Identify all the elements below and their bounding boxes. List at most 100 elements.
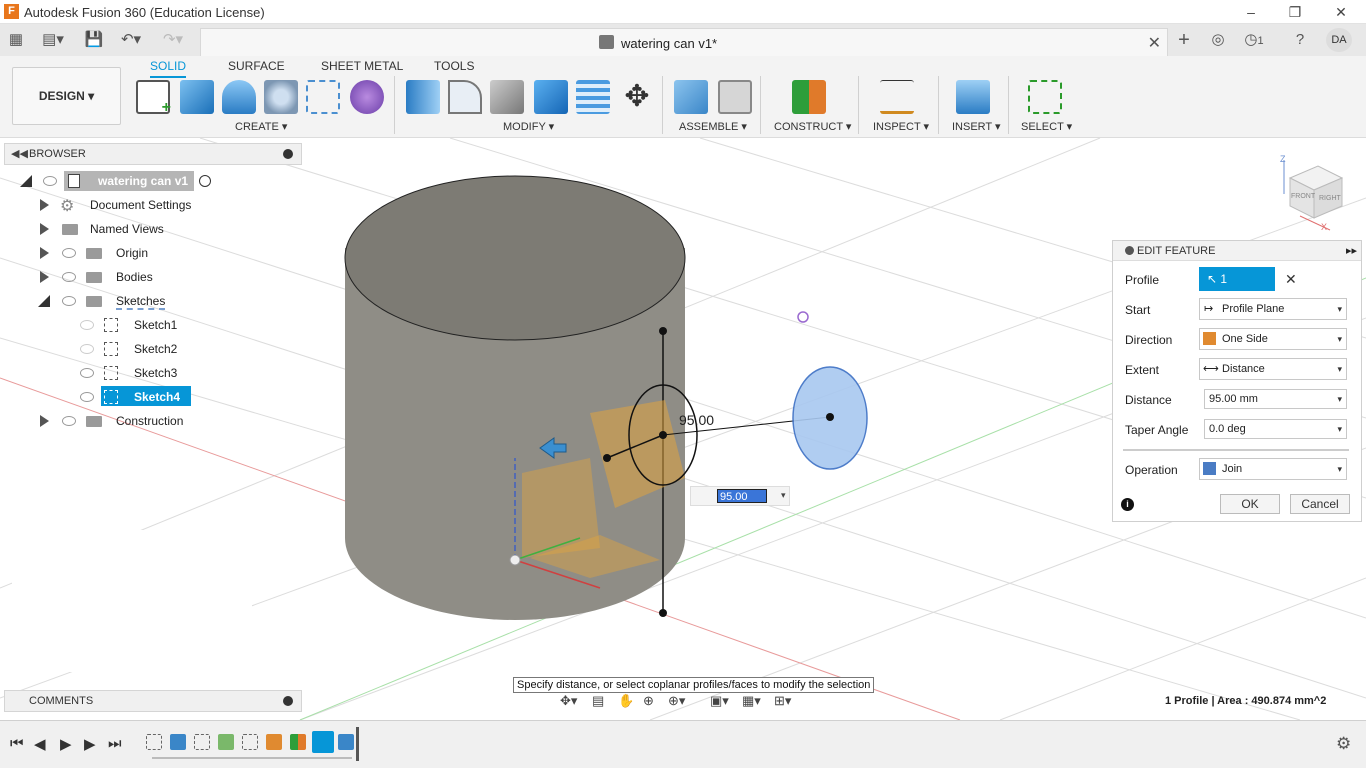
clear-selection-icon[interactable]: ✕ xyxy=(1285,271,1297,288)
tree-item-named-views[interactable]: Named Views xyxy=(0,217,300,241)
group-select[interactable]: SELECT ▾ xyxy=(1021,120,1072,133)
offset-face-icon[interactable] xyxy=(576,80,610,114)
timeline-settings-icon[interactable]: ⚙ xyxy=(1336,734,1351,754)
visibility-eye-icon[interactable] xyxy=(80,368,94,378)
workspace-switcher[interactable]: DESIGN ▾ xyxy=(12,67,121,125)
tab-sheet-metal[interactable]: SHEET METAL xyxy=(321,59,403,73)
close-icon[interactable]: ✕ xyxy=(1324,2,1358,22)
restore-icon[interactable]: ❐ xyxy=(1278,2,1312,22)
tab-surface[interactable]: SURFACE xyxy=(228,59,285,73)
distance-dimension-input[interactable]: 95.00 mm ▾ xyxy=(690,486,790,517)
visibility-eye-icon[interactable] xyxy=(80,344,94,354)
offset-plane-icon[interactable] xyxy=(792,80,826,114)
pattern-icon[interactable] xyxy=(306,80,340,114)
look-at-icon[interactable]: ▤ xyxy=(592,693,604,709)
timeline-sketch-icon[interactable] xyxy=(242,734,258,750)
hole-icon[interactable] xyxy=(264,80,298,114)
help-icon[interactable]: ? xyxy=(1290,30,1310,50)
expand-dialog-icon[interactable]: ▸▸ xyxy=(1346,244,1357,257)
tree-item-bodies[interactable]: Bodies xyxy=(0,265,300,289)
move-icon[interactable]: ✥ xyxy=(620,80,654,114)
tab-solid[interactable]: SOLID xyxy=(150,59,187,78)
extrude-icon[interactable] xyxy=(180,80,214,114)
document-tab[interactable]: watering can v1* ✕ xyxy=(200,28,1168,56)
tree-item-sketches[interactable]: Sketches xyxy=(0,289,300,313)
zoom-icon[interactable]: ⊕ xyxy=(643,693,654,709)
play-icon[interactable]: ▶ xyxy=(60,735,72,753)
undo-icon[interactable]: ↶▾ xyxy=(116,30,146,50)
taper-angle-input[interactable]: 0.0 deg ▾ xyxy=(1204,419,1347,439)
visibility-eye-icon[interactable] xyxy=(43,176,57,186)
timeline-sketch-icon[interactable] xyxy=(146,734,162,750)
shell-icon[interactable] xyxy=(490,80,524,114)
tree-item-origin[interactable]: Origin xyxy=(0,241,300,265)
revolve-icon[interactable] xyxy=(222,80,256,114)
insert-image-icon[interactable] xyxy=(956,80,990,114)
collapse-arrow-icon[interactable] xyxy=(38,295,50,307)
group-inspect[interactable]: INSPECT ▾ xyxy=(873,120,929,133)
operation-select[interactable]: Join ▾ xyxy=(1199,458,1347,480)
timeline-offset-plane-icon[interactable] xyxy=(290,734,306,750)
tree-item-construction[interactable]: Construction xyxy=(0,409,300,433)
save-icon[interactable]: 💾 xyxy=(84,30,104,50)
visibility-eye-icon[interactable] xyxy=(62,248,76,258)
info-icon[interactable]: i xyxy=(1121,498,1134,511)
display-settings-icon[interactable]: ▣▾ xyxy=(710,693,729,709)
body-top-face[interactable] xyxy=(344,175,686,341)
tree-item-sketch2[interactable]: Sketch2 xyxy=(0,337,300,361)
orbit-icon[interactable]: ✥▾ xyxy=(560,693,577,709)
extensions-icon[interactable]: ◎ xyxy=(1208,30,1228,50)
job-status-icon[interactable]: ◷1 xyxy=(1240,30,1268,50)
activate-radio-icon[interactable] xyxy=(199,175,211,187)
grid-settings-icon[interactable]: ▦▾ xyxy=(742,693,761,709)
last-step-icon[interactable]: ⏭ xyxy=(108,735,122,752)
timeline-extrude-icon[interactable] xyxy=(170,734,186,750)
root-component[interactable]: watering can v1 xyxy=(64,171,194,191)
minimize-icon[interactable]: – xyxy=(1234,2,1268,22)
new-tab-icon[interactable]: + xyxy=(1174,30,1194,50)
measure-icon[interactable] xyxy=(880,80,914,114)
distance-input[interactable]: 95.00 mm ▾ xyxy=(1204,389,1347,409)
select-icon[interactable] xyxy=(1028,80,1062,114)
first-step-icon[interactable]: ⏮ xyxy=(10,735,24,752)
ok-button[interactable]: OK xyxy=(1220,494,1280,514)
start-select[interactable]: ↦ Profile Plane ▾ xyxy=(1199,298,1347,320)
add-comment-icon[interactable] xyxy=(283,696,293,706)
timeline-active-sketch-icon[interactable] xyxy=(312,731,334,753)
tree-item-sketch4[interactable]: Sketch4 xyxy=(0,385,300,409)
visibility-eye-icon[interactable] xyxy=(62,416,76,426)
direction-select[interactable]: One Side ▾ xyxy=(1199,328,1347,350)
press-pull-icon[interactable] xyxy=(406,80,440,114)
comments-panel[interactable]: COMMENTS xyxy=(4,690,302,712)
tree-item-document-settings[interactable]: ⚙ Document Settings xyxy=(0,193,300,217)
timeline-extrude-icon[interactable] xyxy=(338,734,354,750)
expand-arrow-icon[interactable] xyxy=(40,223,49,235)
visibility-eye-icon[interactable] xyxy=(80,320,94,330)
timeline-sketch-icon[interactable] xyxy=(194,734,210,750)
view-cube[interactable]: FRONT RIGHT Z X xyxy=(1280,154,1344,232)
expand-arrow-icon[interactable] xyxy=(40,415,49,427)
group-assemble[interactable]: ASSEMBLE ▾ xyxy=(679,120,747,133)
next-step-icon[interactable]: ▶ xyxy=(84,735,96,753)
redo-icon[interactable]: ↷▾ xyxy=(158,30,188,50)
collapse-browser-icon[interactable]: ◀◀ xyxy=(11,147,28,160)
browser-options-icon[interactable] xyxy=(283,149,293,159)
grid-menu-icon[interactable]: ▦ xyxy=(6,30,26,50)
visibility-eye-icon[interactable] xyxy=(62,272,76,282)
tree-item-sketch3[interactable]: Sketch3 xyxy=(0,361,300,385)
close-tab-icon[interactable]: ✕ xyxy=(1148,33,1161,53)
create-form-icon[interactable] xyxy=(350,80,384,114)
pan-icon[interactable]: ✋ xyxy=(618,693,634,709)
previous-step-icon[interactable]: ◀ xyxy=(34,735,46,753)
extent-select[interactable]: ⟷ Distance ▾ xyxy=(1199,358,1347,380)
browser-header[interactable]: ◀◀ BROWSER xyxy=(4,143,302,165)
timeline-sweep-icon[interactable] xyxy=(218,734,234,750)
tree-root[interactable]: watering can v1 xyxy=(0,169,300,193)
tab-tools[interactable]: TOOLS xyxy=(434,59,474,73)
timeline-marker[interactable] xyxy=(356,727,359,761)
fillet-icon[interactable] xyxy=(448,80,482,114)
group-construct[interactable]: CONSTRUCT ▾ xyxy=(774,120,851,133)
viewports-icon[interactable]: ⊞▾ xyxy=(774,693,791,709)
cancel-button[interactable]: Cancel xyxy=(1290,494,1350,514)
expand-arrow-icon[interactable] xyxy=(40,271,49,283)
